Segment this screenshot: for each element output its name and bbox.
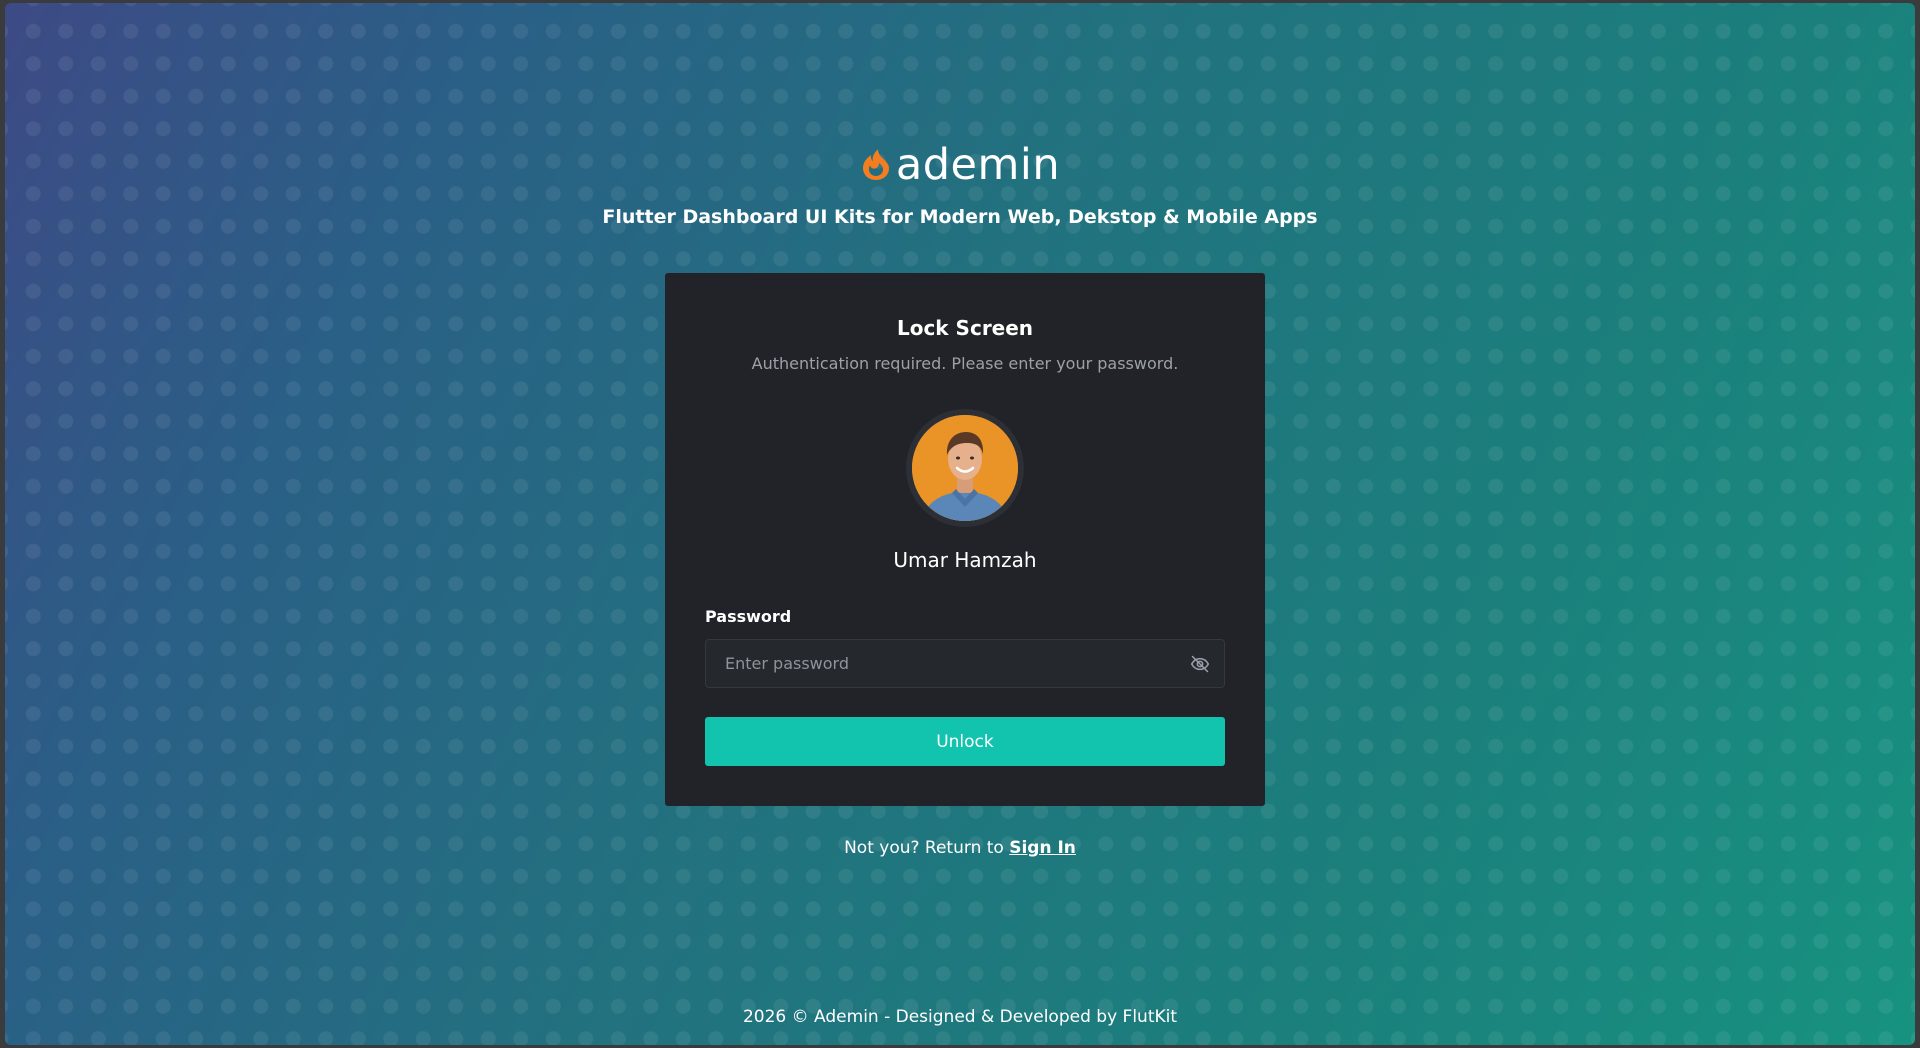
user-avatar [912, 415, 1018, 521]
brand-name: ademin [895, 140, 1061, 190]
password-label: Password [705, 607, 792, 626]
avatar-ring [906, 409, 1024, 527]
sign-in-link[interactable]: Sign In [1009, 838, 1076, 858]
brand-tagline: Flutter Dashboard UI Kits for Modern Web… [602, 206, 1318, 228]
user-name: Umar Hamzah [893, 548, 1037, 572]
lock-screen-page: ademin Flutter Dashboard UI Kits for Mod… [5, 3, 1915, 1045]
brand-header: ademin [5, 141, 1915, 189]
password-field-container [705, 639, 1225, 688]
unlock-button[interactable]: Unlock [705, 717, 1225, 766]
password-input[interactable] [706, 640, 1176, 687]
return-to-sign-in: Not you? Return to Sign In [5, 838, 1915, 858]
footer-copyright: 2026 © Ademin - Designed & Developed by … [742, 1007, 1178, 1027]
card-title: Lock Screen [896, 316, 1034, 340]
flame-logo-icon [862, 149, 889, 180]
card-subtitle: Authentication required. Please enter yo… [751, 354, 1179, 373]
return-prefix: Not you? Return to [844, 838, 1010, 858]
lock-screen-card: Lock Screen Authentication required. Ple… [665, 273, 1265, 806]
eye-off-icon[interactable] [1190, 654, 1210, 674]
